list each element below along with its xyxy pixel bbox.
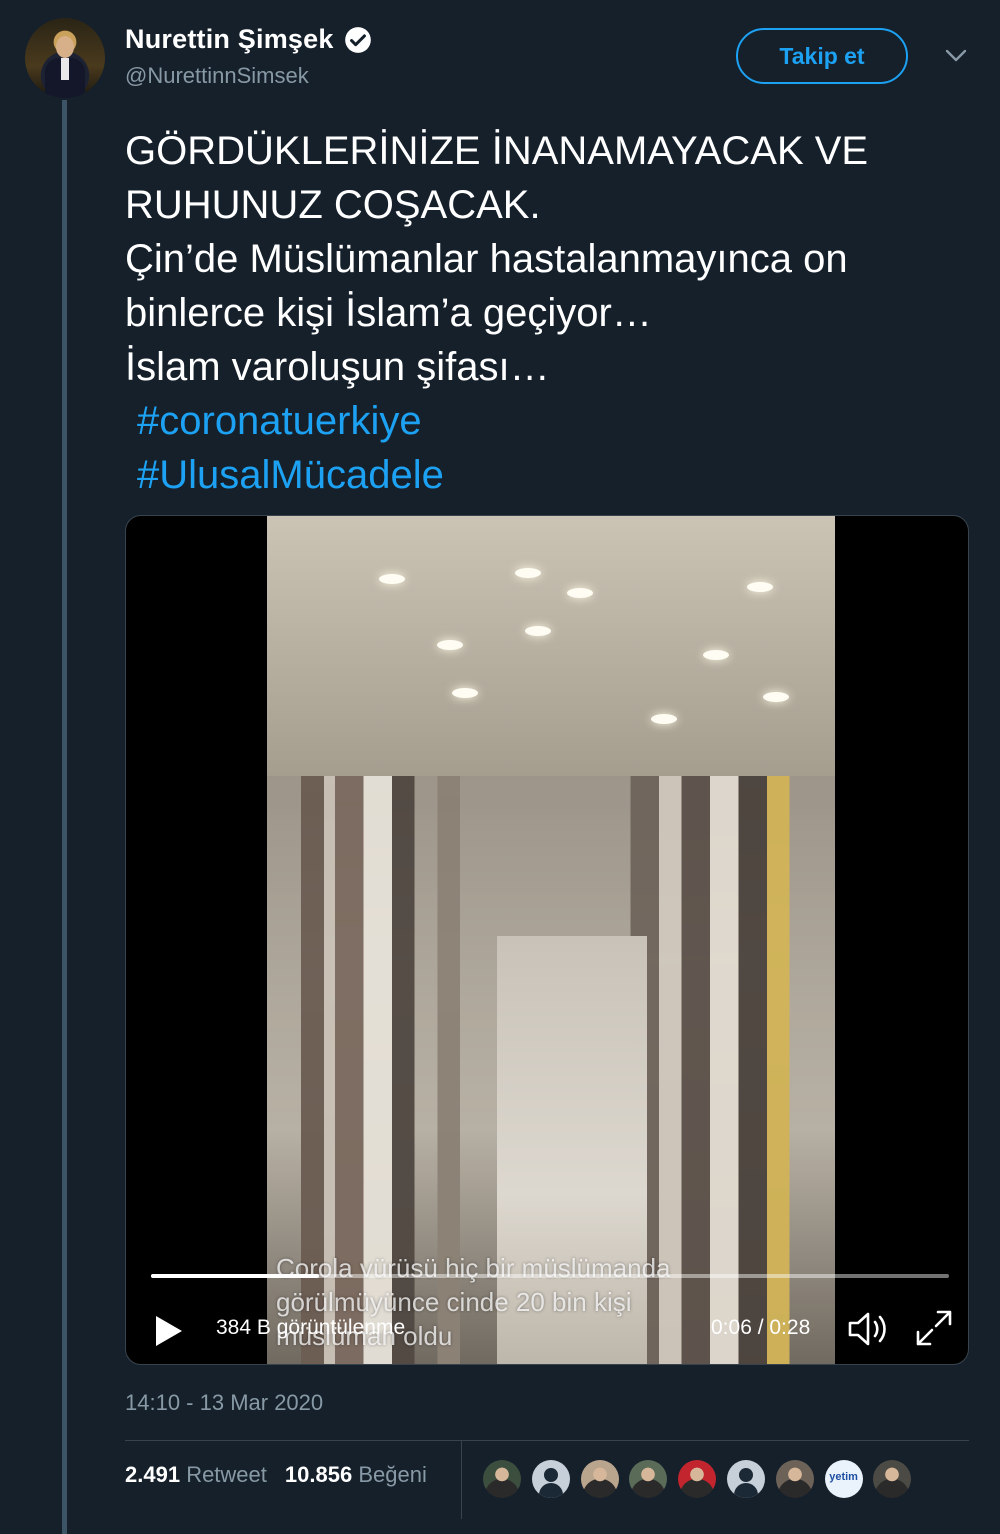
tweet-line: RUHUNUZ COŞACAK. — [125, 183, 541, 227]
tweet-timestamp[interactable]: 14:10 - 13 Mar 2020 — [125, 1390, 323, 1416]
ceiling-light — [703, 650, 729, 660]
liker-avatar[interactable] — [775, 1460, 814, 1498]
author-handle[interactable]: @NurettinnSimsek — [125, 63, 372, 89]
hashtag-link[interactable]: #coronatuerkiye — [125, 394, 985, 448]
like-count: 10.856 — [284, 1462, 353, 1487]
ceiling-light — [567, 588, 593, 598]
retweet-stat[interactable]: 2.491 Retweet — [125, 1462, 267, 1487]
play-icon[interactable] — [148, 1311, 188, 1351]
liker-avatar[interactable]: yetim — [824, 1460, 863, 1498]
stats-divider — [125, 1440, 969, 1441]
ceiling-light — [452, 688, 478, 698]
video-scrubber[interactable] — [151, 1274, 949, 1278]
like-stat[interactable]: 10.856 Beğeni — [285, 1462, 427, 1487]
liker-avatar[interactable] — [873, 1460, 912, 1498]
like-label: Beğeni — [358, 1462, 427, 1487]
video-ceiling — [267, 516, 835, 776]
tweet-line: Çin’de Müslümanlar hastalanmayınca on — [125, 237, 848, 281]
ceiling-light — [515, 568, 541, 578]
default-avatar-icon — [543, 1468, 558, 1482]
view-count: 384 B görüntülenme — [216, 1316, 406, 1339]
liker-avatars: yetim — [483, 1460, 922, 1498]
author-name-block[interactable]: Nurettin Şimşek @NurettinnSimsek — [125, 24, 372, 89]
tweet-line: binlerce kişi İslam’a geçiyor… — [125, 291, 652, 335]
ceiling-light — [379, 574, 405, 584]
stats-vertical-divider — [461, 1441, 462, 1519]
retweet-label: Retweet — [186, 1462, 267, 1487]
ceiling-light — [747, 582, 773, 592]
default-avatar-body — [733, 1483, 758, 1498]
liker-avatar[interactable] — [629, 1460, 668, 1498]
avatar-face — [56, 36, 74, 58]
ceiling-light — [437, 640, 463, 650]
default-avatar-body — [538, 1483, 563, 1498]
volume-icon[interactable] — [846, 1308, 892, 1350]
liker-avatar[interactable] — [580, 1460, 619, 1498]
video-time: 0:06 / 0:28 — [711, 1316, 811, 1339]
ceiling-light — [763, 692, 789, 702]
tweet-line: GÖRDÜKLERİNİZE İNANAMAYACAK VE — [125, 129, 869, 173]
tweet-line: İslam varoluşun şifası… — [125, 345, 550, 389]
liker-avatar[interactable] — [531, 1460, 570, 1498]
fullscreen-icon[interactable] — [914, 1308, 954, 1348]
liker-avatar[interactable] — [483, 1460, 521, 1498]
tweet-stats: 2.491 Retweet 10.856 Beğeni — [125, 1462, 427, 1488]
yetim-logo-icon: yetim — [829, 1471, 858, 1483]
video-player[interactable]: Corola vürüsü hiç bir müslümanda görülmü… — [125, 515, 969, 1365]
video-progress — [151, 1274, 319, 1278]
retweet-count: 2.491 — [125, 1462, 181, 1487]
hashtag-link[interactable]: #UlusalMücadele — [125, 448, 985, 502]
liker-avatar[interactable] — [726, 1460, 765, 1498]
verified-badge-icon — [345, 26, 371, 53]
ceiling-light — [525, 626, 551, 636]
chevron-down-icon[interactable] — [942, 46, 970, 66]
author-avatar[interactable] — [25, 18, 105, 98]
thread-line — [62, 100, 67, 1534]
avatar-shirt — [61, 58, 69, 80]
tweet-text: GÖRDÜKLERİNİZE İNANAMAYACAK VE RUHUNUZ C… — [125, 124, 985, 502]
default-avatar-icon — [738, 1468, 753, 1482]
display-name[interactable]: Nurettin Şimşek — [125, 24, 334, 55]
liker-avatar[interactable] — [678, 1460, 717, 1498]
ceiling-light — [651, 714, 677, 724]
follow-button[interactable]: Takip et — [736, 28, 908, 84]
video-frame — [267, 516, 835, 1364]
